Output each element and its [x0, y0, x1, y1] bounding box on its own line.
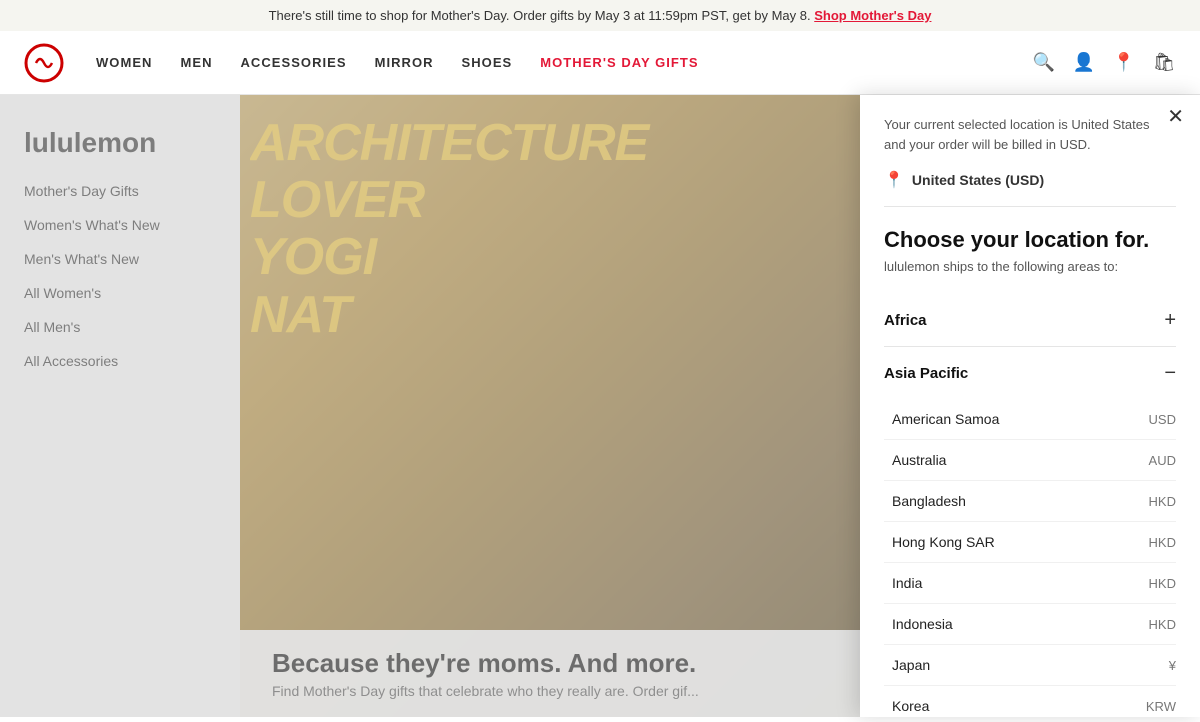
bag-icon[interactable]: 🛍: [1152, 51, 1176, 75]
top-banner: There's still time to shop for Mother's …: [0, 0, 1200, 31]
nav-item-women[interactable]: WOMEN: [96, 54, 152, 72]
currency-american-samoa: USD: [1149, 412, 1176, 427]
nav-item-shoes[interactable]: SHOES: [462, 54, 513, 72]
currency-hong-kong: HKD: [1149, 535, 1176, 550]
country-row-japan[interactable]: Japan ¥: [884, 645, 1176, 686]
country-row-american-samoa[interactable]: American Samoa USD: [884, 399, 1176, 440]
location-icon[interactable]: 📍: [1112, 51, 1136, 75]
country-row-bangladesh[interactable]: Bangladesh HKD: [884, 481, 1176, 522]
close-button[interactable]: ✕: [1167, 107, 1184, 127]
nav-link-mirror: MIRROR: [375, 55, 434, 70]
nav-item-accessories[interactable]: ACCESSORIES: [241, 54, 347, 72]
nav-icons: 🔍 👤 📍 🛍: [1032, 51, 1176, 75]
country-list-asia-pacific: American Samoa USD Australia AUD Banglad…: [884, 399, 1176, 717]
nav-link-shoes: SHOES: [462, 55, 513, 70]
account-icon[interactable]: 👤: [1072, 51, 1096, 75]
nav-link-women: WOMEN: [96, 55, 152, 70]
current-location-row: 📍 United States (USD): [884, 170, 1176, 207]
panel-header-text: Your current selected location is United…: [884, 115, 1176, 154]
currency-indonesia: HKD: [1149, 617, 1176, 632]
country-name-bangladesh: Bangladesh: [892, 493, 966, 509]
region-asia-pacific-label: Asia Pacific: [884, 365, 968, 382]
nav-item-men[interactable]: MEN: [180, 54, 212, 72]
nav-item-mothers-day[interactable]: MOTHER'S DAY GIFTS: [540, 54, 698, 72]
nav-link-accessories: ACCESSORIES: [241, 55, 347, 70]
region-africa-label: Africa: [884, 312, 927, 329]
currency-australia: AUD: [1149, 453, 1176, 468]
country-name-india: India: [892, 575, 922, 591]
country-name-australia: Australia: [892, 452, 946, 468]
banner-link[interactable]: Shop Mother's Day: [814, 8, 931, 23]
country-name-japan: Japan: [892, 657, 930, 673]
current-location-text: United States (USD): [912, 172, 1044, 188]
region-row-africa[interactable]: Africa +: [884, 294, 1176, 347]
currency-india: HKD: [1149, 576, 1176, 591]
nav-item-mirror[interactable]: MIRROR: [375, 54, 434, 72]
country-name-korea: Korea: [892, 698, 929, 714]
currency-japan: ¥: [1169, 658, 1176, 673]
region-africa-toggle: +: [1164, 310, 1176, 330]
location-pin-icon: 📍: [884, 170, 904, 190]
main-dim-overlay: [0, 95, 860, 717]
currency-bangladesh: HKD: [1149, 494, 1176, 509]
nav-link-men: MEN: [180, 55, 212, 70]
country-row-australia[interactable]: Australia AUD: [884, 440, 1176, 481]
country-name-hong-kong: Hong Kong SAR: [892, 534, 995, 550]
navbar: WOMEN MEN ACCESSORIES MIRROR SHOES MOTHE…: [0, 31, 1200, 95]
choose-subtitle: lululemon ships to the following areas t…: [884, 259, 1176, 274]
region-asia-pacific-toggle: −: [1164, 363, 1176, 383]
nav-links: WOMEN MEN ACCESSORIES MIRROR SHOES MOTHE…: [96, 54, 1032, 72]
choose-title: Choose your location for.: [884, 227, 1176, 253]
currency-korea: KRW: [1146, 699, 1176, 714]
country-row-india[interactable]: India HKD: [884, 563, 1176, 604]
lululemon-logo[interactable]: [24, 43, 64, 83]
country-row-korea[interactable]: Korea KRW: [884, 686, 1176, 717]
region-row-asia-pacific[interactable]: Asia Pacific −: [884, 347, 1176, 399]
country-name-american-samoa: American Samoa: [892, 411, 999, 427]
country-row-hong-kong[interactable]: Hong Kong SAR HKD: [884, 522, 1176, 563]
location-panel-inner: Your current selected location is United…: [860, 95, 1200, 717]
search-icon[interactable]: 🔍: [1032, 51, 1056, 75]
country-name-indonesia: Indonesia: [892, 616, 953, 632]
location-panel: ✕ Your current selected location is Unit…: [860, 95, 1200, 717]
country-row-indonesia[interactable]: Indonesia HKD: [884, 604, 1176, 645]
main-area: lululemon Mother's Day Gifts Women's Wha…: [0, 95, 1200, 717]
banner-text: There's still time to shop for Mother's …: [269, 8, 811, 23]
nav-link-mothers-day: MOTHER'S DAY GIFTS: [540, 55, 698, 70]
